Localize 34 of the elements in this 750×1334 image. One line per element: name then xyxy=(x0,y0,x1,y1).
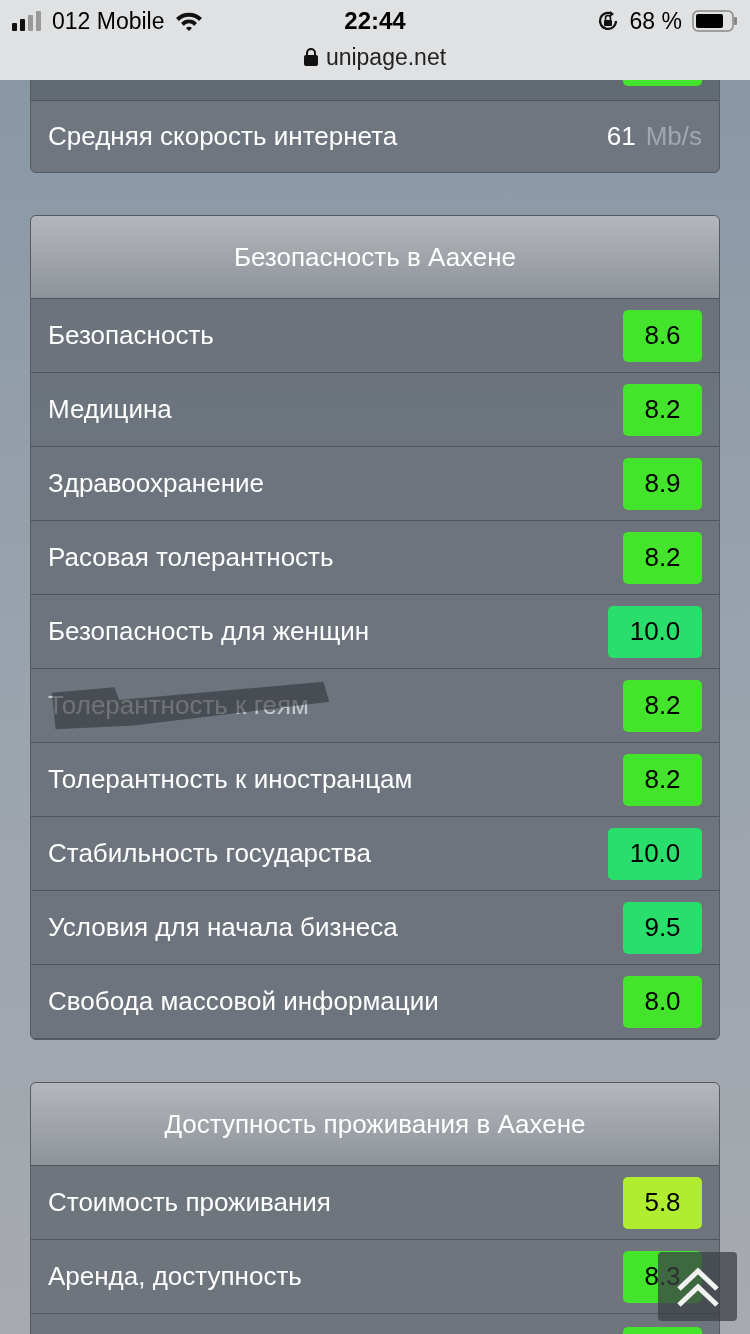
score-badge: 8.2 xyxy=(623,383,702,436)
score-badge: 8.2 xyxy=(623,531,702,584)
signal-icon xyxy=(12,11,42,31)
row-label: Стоимость проживания xyxy=(48,1186,331,1219)
score-badge: 8.6 xyxy=(623,309,702,362)
page-url[interactable]: unipage.net xyxy=(325,39,447,75)
row-label: Медицина xyxy=(48,393,172,426)
lock-icon xyxy=(303,48,318,66)
row-label: Расовая толерантность xyxy=(48,541,334,574)
card-header: Доступность проживания в Аахене xyxy=(31,1083,719,1166)
score-badge: 9.5 xyxy=(623,901,702,954)
row-label: Безопасность xyxy=(48,319,214,352)
score-badge: 8.9 xyxy=(623,457,702,510)
score-badge: 8.2 xyxy=(623,679,702,732)
clock-time: 22:44 xyxy=(343,6,407,36)
carrier-name: 012 Mobile xyxy=(52,6,165,36)
wifi-icon xyxy=(174,11,203,31)
battery-icon xyxy=(692,10,738,32)
card-header: Безопасность в Аахене xyxy=(31,216,719,299)
row-label: Свобода массовой информации xyxy=(48,985,439,1018)
row-label: Здравоохранение xyxy=(48,467,265,500)
row-label: Условия для начала бизнеса xyxy=(48,911,398,944)
row-label: Аренда, доступность xyxy=(48,1260,302,1293)
score-badge: 10.0 xyxy=(608,605,702,658)
score-badge: 8.0 xyxy=(623,975,702,1028)
row-label: Безопасность для женщин xyxy=(48,615,370,648)
score-badge: 5.8 xyxy=(623,1176,702,1229)
row-value: 61 xyxy=(606,120,636,153)
row-label: Стабильность государства xyxy=(48,837,371,870)
battery-percent: 68 % xyxy=(629,6,682,36)
row-label: Средняя скорость интернета xyxy=(48,120,398,153)
score-badge: 10.0 xyxy=(608,827,702,880)
row-label: Толерантность к иностранцам xyxy=(48,763,413,796)
score-badge: 8.2 xyxy=(623,753,702,806)
